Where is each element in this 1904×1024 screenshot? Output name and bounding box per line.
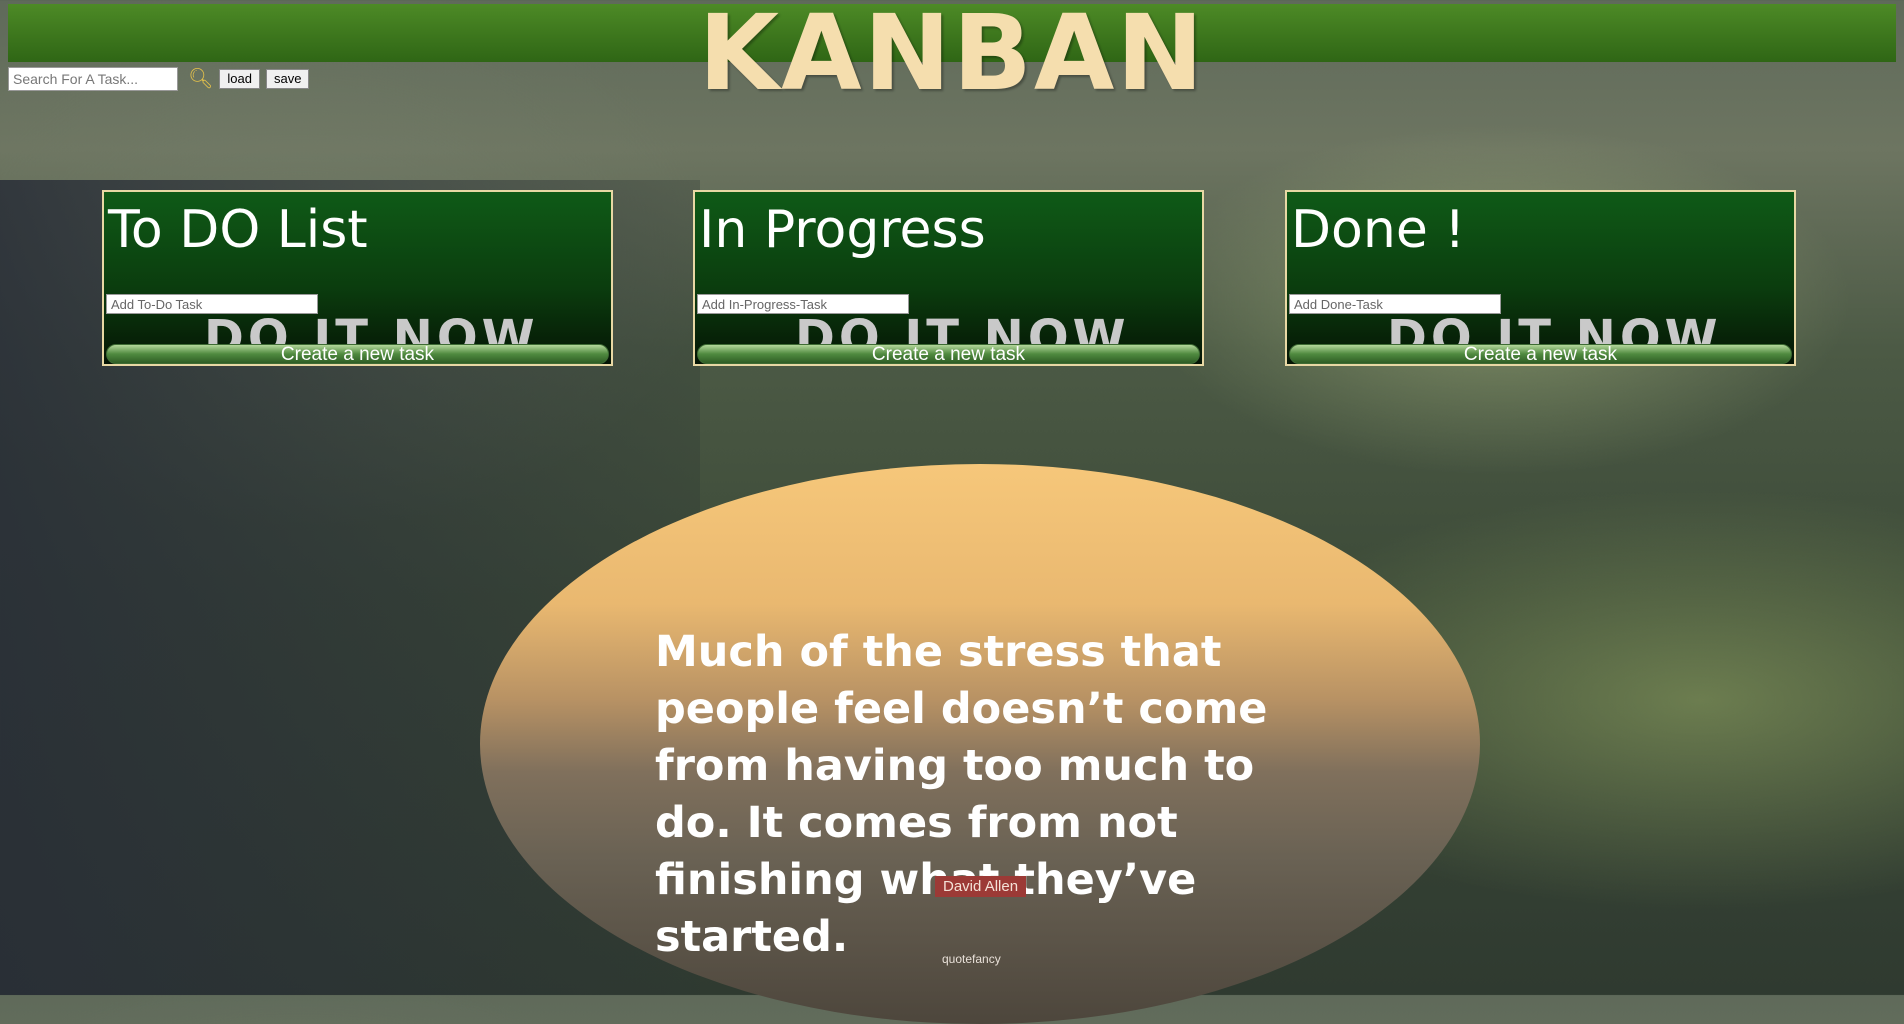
add-todo-input[interactable] [106,294,318,314]
quote-text: Much of the stress that people feel does… [655,627,1268,962]
column-title: To DO List [108,200,368,260]
add-in-progress-input[interactable] [697,294,909,314]
search-input[interactable] [8,66,178,91]
page-title: KANBAN [698,0,1206,114]
quote-brand-logo: quotefancy [942,952,1001,966]
search-icon[interactable]: 🔍︎ [188,66,213,91]
column-in-progress: In Progress DO IT NOW Create a new task [693,190,1204,366]
save-button[interactable]: save [265,68,310,89]
create-task-button[interactable]: Create a new task [1289,344,1792,364]
add-done-input[interactable] [1289,294,1501,314]
load-button[interactable]: load [219,68,260,89]
column-title: In Progress [699,200,986,260]
create-task-button[interactable]: Create a new task [697,344,1200,364]
quote-image: Much of the stress that people feel does… [480,464,1480,1024]
column-title: Done ! [1291,200,1466,260]
toolbar: 🔍︎ load save [8,66,310,91]
create-task-button[interactable]: Create a new task [106,344,609,364]
column-todo: To DO List DO IT NOW Create a new task [102,190,613,366]
quote-author-badge: David Allen [935,876,1027,897]
column-done: Done ! DO IT NOW Create a new task [1285,190,1796,366]
